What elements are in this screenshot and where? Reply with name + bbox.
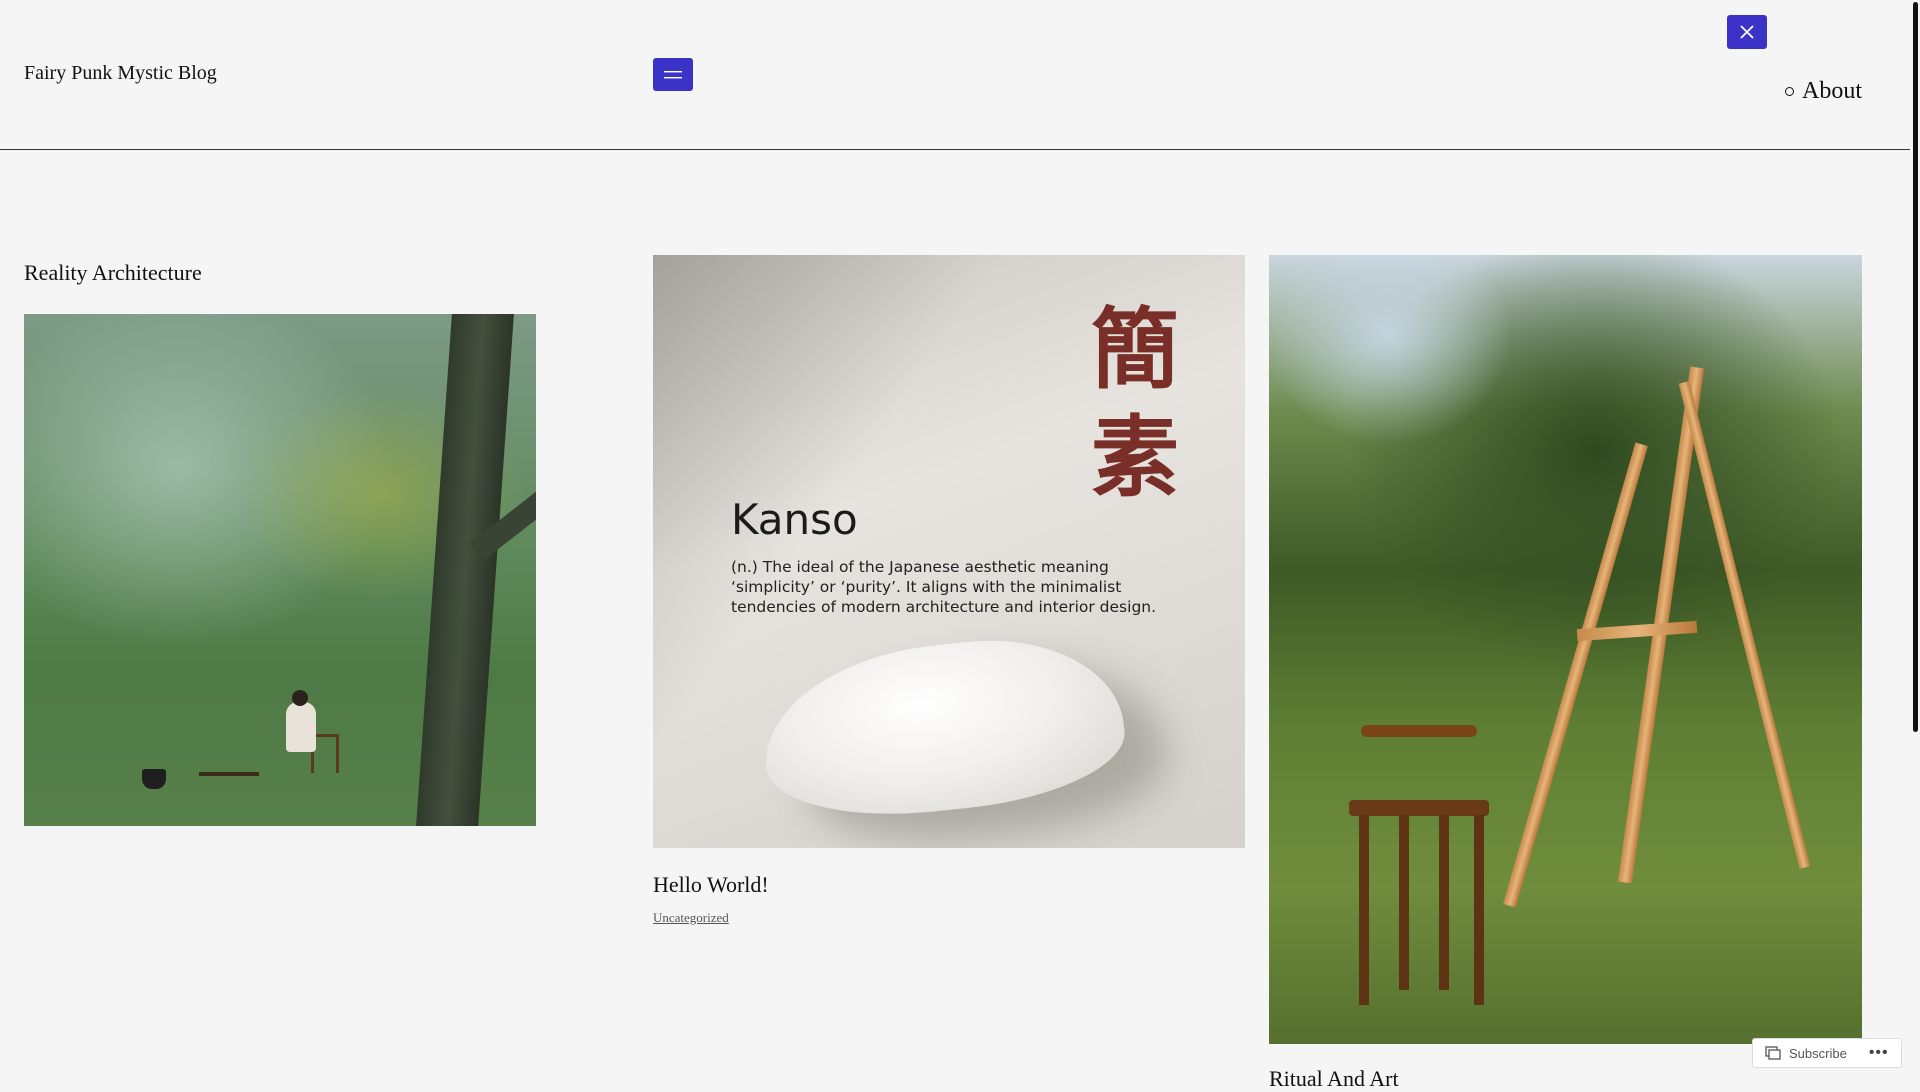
tree-trunk <box>416 314 514 826</box>
kanso-word: Kanso <box>731 495 858 544</box>
post-image-ritual-and-art[interactable] <box>1269 255 1862 1044</box>
nav-bullet <box>1785 87 1794 96</box>
post-image-hello-world[interactable]: 簡 素 Kanso (n.) The ideal of the Japanese… <box>653 255 1245 848</box>
menu-close-button[interactable] <box>1727 15 1767 49</box>
figure-head <box>292 690 308 706</box>
subscribe-button[interactable]: Subscribe ••• <box>1752 1038 1902 1068</box>
kanso-kanji: 簡 素 <box>1085 295 1185 511</box>
stool-leg <box>1399 815 1409 990</box>
stool-back <box>1361 725 1477 737</box>
subscribe-icon <box>1765 1046 1781 1060</box>
stool-seat <box>1349 800 1489 816</box>
subscribe-label: Subscribe <box>1789 1045 1847 1061</box>
post-category-link[interactable]: Uncategorized <box>653 910 729 926</box>
white-stone <box>755 626 1131 829</box>
kanso-definition: (n.) The ideal of the Japanese aesthetic… <box>731 558 1157 616</box>
post-image-reality-architecture[interactable] <box>24 314 536 826</box>
close-icon <box>1740 25 1754 39</box>
more-options-icon[interactable]: ••• <box>1869 1044 1889 1062</box>
post-title-hello-world[interactable]: Hello World! <box>653 872 769 898</box>
nav-item-about[interactable]: About <box>1785 78 1862 105</box>
header-divider <box>0 149 1910 150</box>
stool-leg <box>1359 815 1369 1005</box>
kettle <box>142 769 166 789</box>
seated-figure <box>286 702 316 752</box>
post-title-reality-architecture[interactable]: Reality Architecture <box>24 260 202 286</box>
easel-leg-right <box>1678 381 1811 869</box>
menu-open-button[interactable] <box>653 58 693 91</box>
kanji-1: 簡 <box>1090 297 1179 401</box>
kanji-2: 素 <box>1090 405 1179 509</box>
post-title-ritual-and-art[interactable]: Ritual And Art <box>1269 1066 1399 1092</box>
stool-leg <box>1474 815 1484 1005</box>
site-title[interactable]: Fairy Punk Mystic Blog <box>24 62 217 85</box>
stool-leg <box>1439 815 1449 990</box>
low-table <box>199 772 259 790</box>
nav-item-about-label: About <box>1802 78 1862 104</box>
scrollbar-thumb[interactable] <box>1913 2 1918 732</box>
hamburger-icon <box>664 70 682 78</box>
